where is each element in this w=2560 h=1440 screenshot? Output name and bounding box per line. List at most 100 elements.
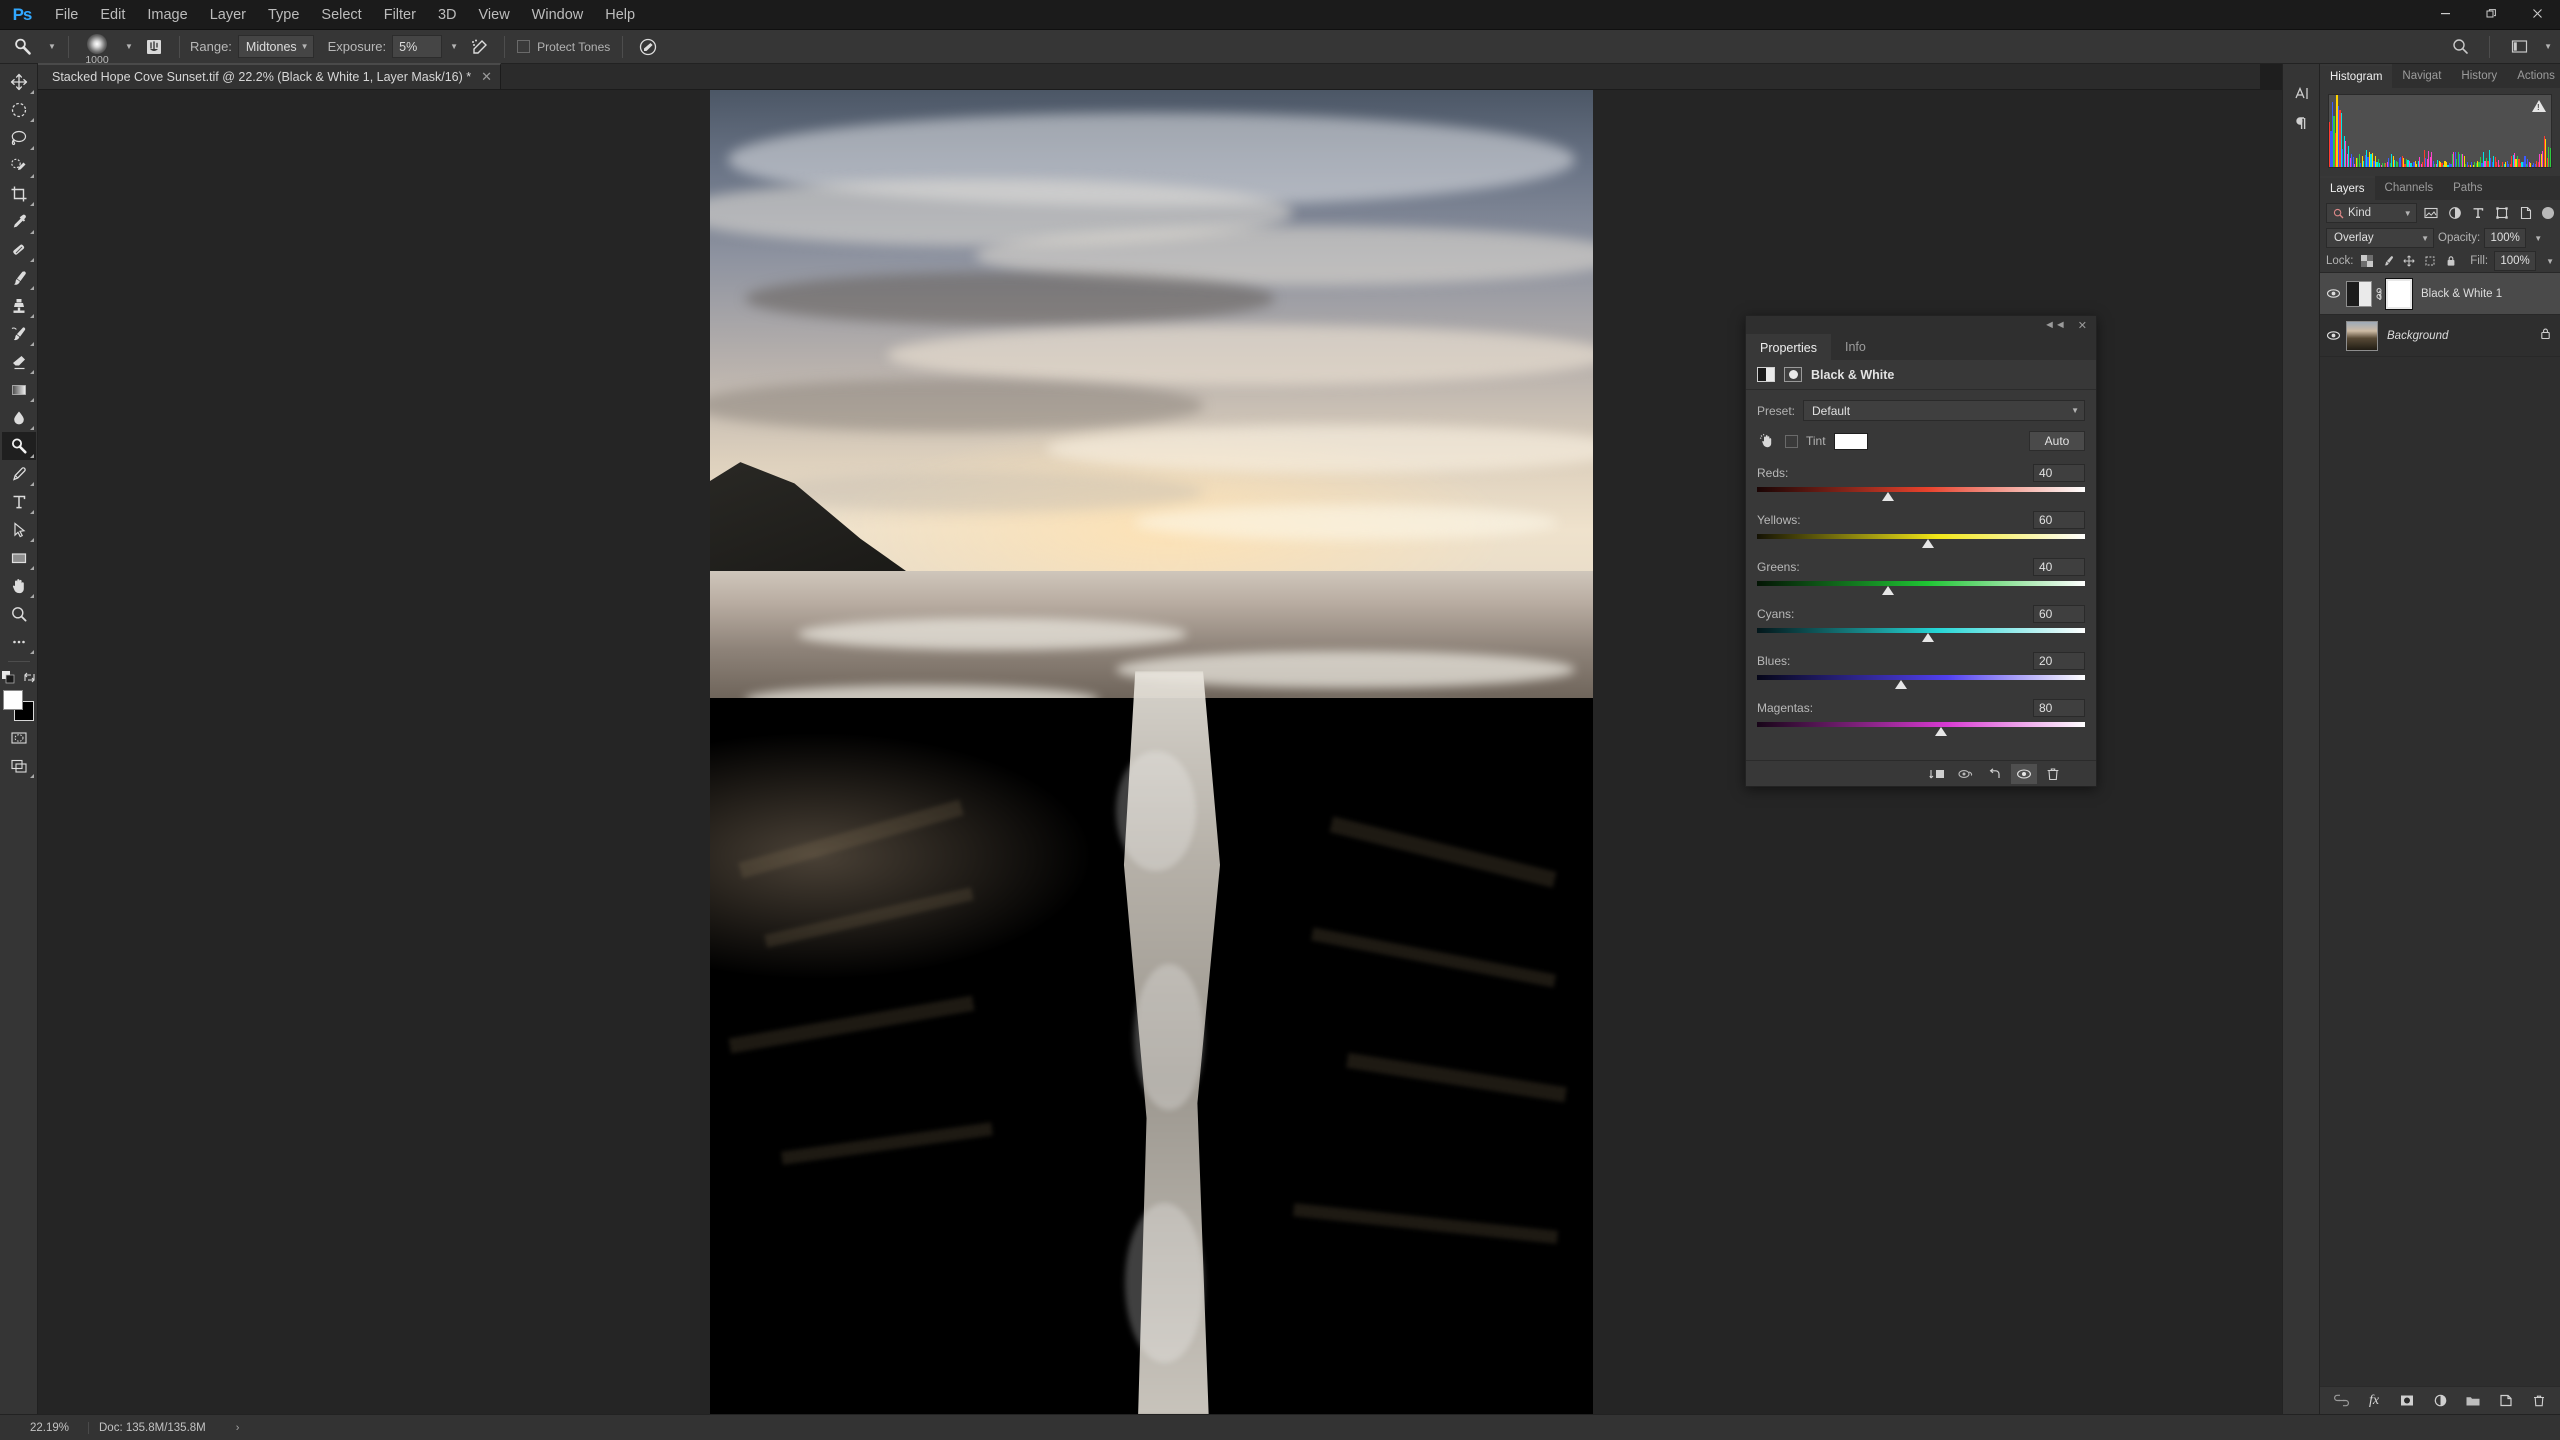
brush-panel-toggle-icon[interactable]: [137, 33, 171, 61]
toggle-previous-state-button[interactable]: [1953, 764, 1979, 784]
lock-all-icon[interactable]: [2444, 254, 2459, 269]
menu-window[interactable]: Window: [521, 0, 595, 30]
panel-title-bar[interactable]: ◄◄ ✕: [1746, 316, 2096, 334]
menu-3d[interactable]: 3D: [427, 0, 468, 30]
protect-tones-checkbox[interactable]: Protect Tones: [517, 40, 610, 54]
layer-row-black-white-1[interactable]: Black & White 1: [2320, 273, 2560, 315]
slider-thumb[interactable]: [1882, 586, 1895, 595]
filter-kind-select[interactable]: Kind ▼: [2326, 203, 2417, 223]
lock-image-pixels-icon[interactable]: [2381, 254, 2396, 269]
properties-panel[interactable]: ◄◄ ✕ Properties Info Black & White Prese…: [1745, 315, 2097, 787]
layer-thumbnail[interactable]: [2346, 320, 2378, 351]
tab-layers[interactable]: Layers: [2320, 176, 2375, 200]
menu-edit[interactable]: Edit: [89, 0, 136, 30]
character-panel-icon[interactable]: [2286, 80, 2316, 106]
document-tab[interactable]: Stacked Hope Cove Sunset.tif @ 22.2% (Bl…: [38, 63, 502, 89]
slider-thumb[interactable]: [1882, 492, 1895, 501]
layer-visibility-icon[interactable]: [2320, 287, 2346, 300]
collapse-panel-icon[interactable]: ◄◄: [2044, 319, 2066, 331]
range-select[interactable]: Midtones ▼: [237, 35, 314, 58]
quick-mask-toggle[interactable]: [2, 724, 36, 752]
close-icon[interactable]: ✕: [481, 69, 492, 85]
status-expand-arrow[interactable]: ›: [236, 1422, 240, 1434]
rectangle-tool[interactable]: [2, 544, 36, 572]
tint-checkbox[interactable]: [1785, 434, 1798, 448]
slider-thumb[interactable]: [1921, 633, 1934, 642]
tab-info[interactable]: Info: [1831, 334, 1880, 360]
layer-style-button[interactable]: fx: [2364, 1391, 2384, 1411]
tab-channels[interactable]: Channels: [2375, 176, 2444, 200]
paragraph-panel-icon[interactable]: [2286, 110, 2316, 136]
default-colors-icon[interactable]: [0, 667, 17, 687]
delete-adjustment-button[interactable]: [2040, 764, 2066, 784]
lock-position-icon[interactable]: [2402, 254, 2417, 269]
swap-colors-icon[interactable]: [21, 667, 38, 687]
tool-preset-chevron[interactable]: ▼: [40, 34, 60, 60]
workspace-chevron-icon[interactable]: ▼: [2544, 42, 2552, 51]
slider-thumb[interactable]: [1934, 727, 1947, 736]
uncached-data-warning-icon[interactable]: [2532, 100, 2546, 112]
fill-input[interactable]: 100%: [2494, 251, 2537, 271]
document-image[interactable]: [710, 90, 1593, 1414]
on-image-adjustment-icon[interactable]: [1757, 433, 1777, 449]
lasso-tool[interactable]: [2, 124, 36, 152]
slider-track[interactable]: [1757, 581, 2085, 586]
tint-color-swatch[interactable]: [1833, 432, 1868, 450]
spot-healing-brush-tool[interactable]: [2, 236, 36, 264]
menu-help[interactable]: Help: [594, 0, 646, 30]
layer-row-background[interactable]: Background: [2320, 315, 2560, 357]
screen-mode-toggle[interactable]: [2, 752, 36, 780]
slider-value[interactable]: 80: [2033, 698, 2085, 717]
shape-layers-filter-icon[interactable]: [2493, 204, 2512, 223]
brush-preset-picker[interactable]: 1000: [77, 32, 117, 66]
opacity-input[interactable]: 100%: [2484, 228, 2527, 248]
dodge-tool-icon[interactable]: [6, 33, 40, 61]
hand-tool[interactable]: [2, 572, 36, 600]
opacity-chevron-icon[interactable]: ▼: [2534, 234, 2542, 243]
tab-paths[interactable]: Paths: [2443, 176, 2492, 200]
clip-to-layer-button[interactable]: [1924, 764, 1950, 784]
tab-histogram[interactable]: Histogram: [2320, 64, 2393, 88]
pressure-for-size-icon[interactable]: [631, 33, 665, 61]
histogram-graph[interactable]: [2328, 94, 2552, 168]
quick-selection-tool[interactable]: [2, 152, 36, 180]
slider-value[interactable]: 60: [2033, 510, 2085, 529]
link-layers-button[interactable]: [2331, 1391, 2351, 1411]
pen-tool[interactable]: [2, 460, 36, 488]
workspace-switcher-icon[interactable]: [2502, 33, 2536, 61]
new-adjustment-layer-button[interactable]: [2430, 1391, 2450, 1411]
new-group-button[interactable]: [2463, 1391, 2483, 1411]
smart-object-filter-icon[interactable]: [2516, 204, 2535, 223]
preset-select[interactable]: Default ▼: [1803, 400, 2085, 421]
slider-track[interactable]: [1757, 722, 2085, 727]
horizontal-type-tool[interactable]: [2, 488, 36, 516]
blend-mode-select[interactable]: Overlay ▼: [2326, 228, 2434, 248]
tab-history[interactable]: History: [2451, 64, 2507, 88]
close-button[interactable]: [2514, 0, 2560, 26]
menu-view[interactable]: View: [468, 0, 521, 30]
slider-value[interactable]: 60: [2033, 604, 2085, 623]
brush-preset-chevron[interactable]: ▼: [117, 34, 137, 60]
menu-select[interactable]: Select: [310, 0, 372, 30]
search-icon[interactable]: [2443, 33, 2477, 61]
airbrush-toggle-icon[interactable]: [462, 33, 496, 61]
adjustment-layers-filter-icon[interactable]: [2445, 204, 2464, 223]
add-layer-mask-button[interactable]: [2397, 1391, 2417, 1411]
menu-filter[interactable]: Filter: [373, 0, 427, 30]
fill-chevron-icon[interactable]: ▼: [2546, 257, 2554, 266]
eyedropper-tool[interactable]: [2, 208, 36, 236]
crop-tool[interactable]: [2, 180, 36, 208]
close-panel-icon[interactable]: ✕: [2078, 319, 2087, 332]
slider-value[interactable]: 40: [2033, 557, 2085, 576]
rectangular-marquee-tool[interactable]: [2, 96, 36, 124]
tab-navigator[interactable]: Navigat: [2392, 64, 2451, 88]
slider-thumb[interactable]: [1895, 680, 1908, 689]
exposure-input[interactable]: 5%: [392, 35, 443, 58]
mask-link-icon[interactable]: [2372, 287, 2386, 300]
filter-enable-toggle[interactable]: [2542, 207, 2554, 219]
slider-value[interactable]: 40: [2033, 463, 2085, 482]
zoom-level[interactable]: 22.19%: [0, 1422, 88, 1434]
slider-track[interactable]: [1757, 487, 2085, 492]
reset-adjustment-button[interactable]: [1982, 764, 2008, 784]
menu-image[interactable]: Image: [136, 0, 198, 30]
